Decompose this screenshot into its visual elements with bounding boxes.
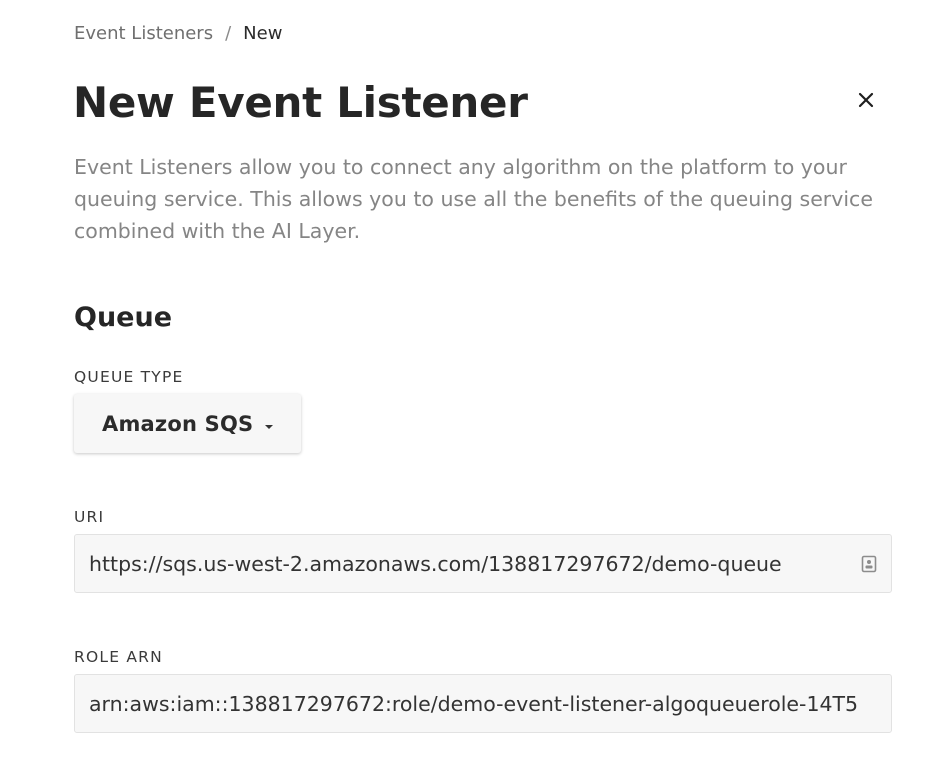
queue-type-dropdown[interactable]: Amazon SQS: [74, 394, 301, 453]
close-icon: [858, 92, 874, 108]
breadcrumb: Event Listeners / New: [74, 22, 282, 46]
page-title: New Event Listener: [73, 78, 528, 127]
queue-section-title: Queue: [74, 302, 173, 333]
breadcrumb-event-listeners-link[interactable]: Event Listeners: [74, 22, 213, 46]
breadcrumb-separator: /: [225, 23, 232, 44]
queue-type-selected-value: Amazon SQS: [102, 411, 254, 436]
uri-label: URI: [74, 508, 105, 526]
role-arn-field[interactable]: arn:aws:iam::138817297672:role/demo-even…: [74, 674, 892, 733]
page-description: Event Listeners allow you to connect any…: [74, 155, 873, 243]
queue-type-label: QUEUE TYPE: [74, 368, 184, 386]
close-button[interactable]: [848, 82, 884, 118]
uri-field[interactable]: https://sqs.us-west-2.amazonaws.com/1388…: [74, 534, 892, 593]
uri-value: https://sqs.us-west-2.amazonaws.com/1388…: [89, 551, 782, 576]
chevron-down-icon: [265, 424, 274, 429]
breadcrumb-current: New: [243, 23, 283, 44]
new-event-listener-page: Event Listeners / New New Event Listener…: [0, 0, 952, 760]
role-arn-label: ROLE ARN: [74, 648, 163, 666]
role-arn-value: arn:aws:iam::138817297672:role/demo-even…: [89, 691, 859, 716]
contact-card-icon[interactable]: [861, 555, 877, 573]
